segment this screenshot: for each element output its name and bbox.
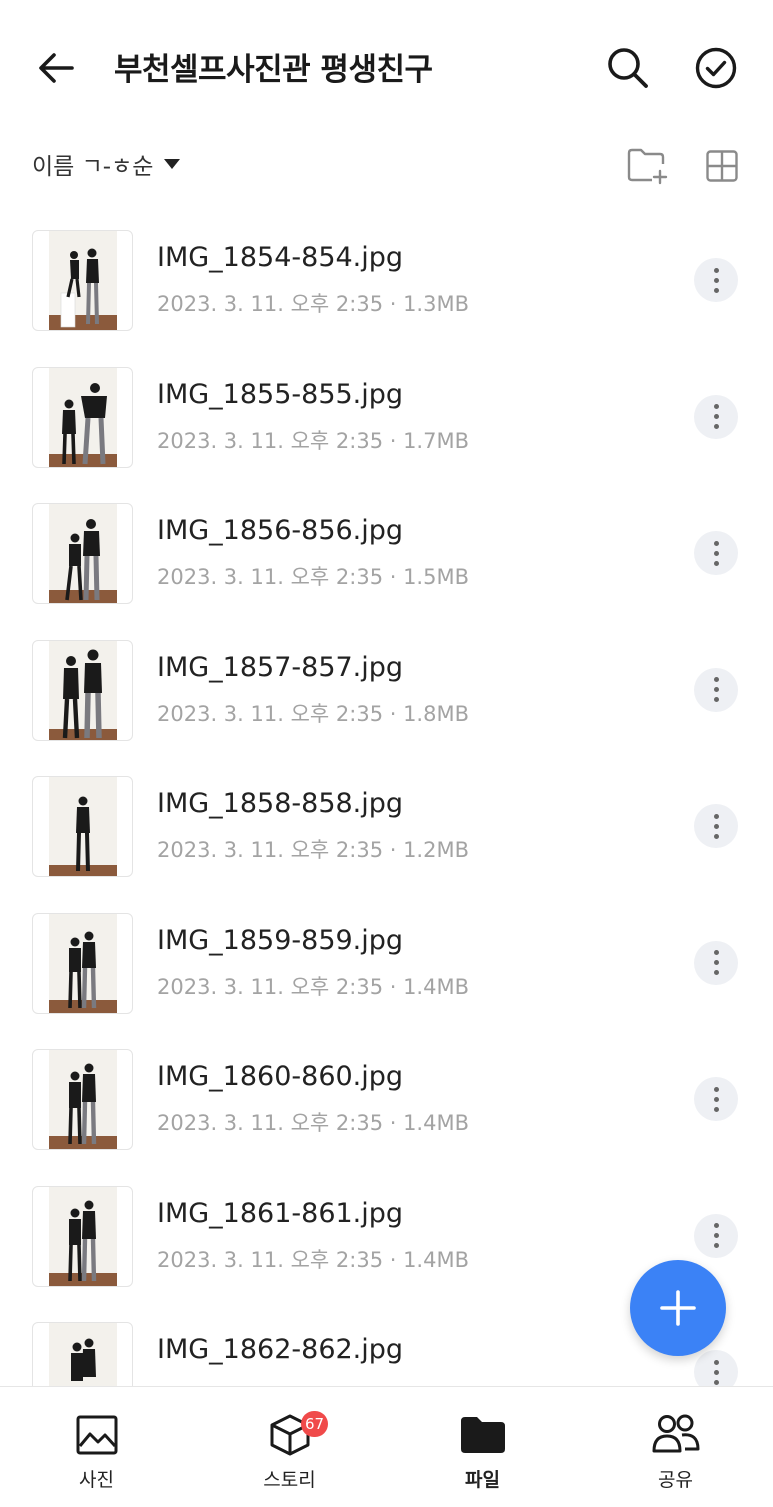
- file-name: IMG_1856-856.jpg: [157, 515, 404, 546]
- file-name: IMG_1861-861.jpg: [157, 1197, 404, 1229]
- file-meta: 2023. 3. 11. 오후 2:35 · 1.4MB: [157, 1111, 469, 1135]
- folder-icon: [459, 1411, 507, 1459]
- page-title: 부천셀프사진관 평생친구: [114, 52, 433, 88]
- more-options-button[interactable]: [694, 531, 738, 575]
- file-meta: 2023. 3. 11. 오후 2:35 · 1.7MB: [157, 428, 469, 453]
- bottom-navigation: 사진 67 스토리 파일 공유: [0, 1386, 773, 1507]
- file-list-item[interactable]: IMG_1855-855.jpg 2023. 3. 11. 오후 2:35 · …: [0, 351, 773, 488]
- search-icon: [608, 48, 648, 88]
- file-name: IMG_1855-855.jpg: [157, 378, 404, 410]
- check-circle-icon: [695, 47, 737, 89]
- more-vertical-icon: [713, 1359, 719, 1385]
- more-vertical-icon: [713, 267, 719, 293]
- nav-tab-photos[interactable]: 사진: [0, 1387, 193, 1507]
- sort-toolbar: 이름 ㄱ-ㅎ순: [0, 132, 773, 196]
- file-thumbnail: [32, 1322, 133, 1386]
- nav-label-share: 공유: [658, 1469, 693, 1491]
- file-name: IMG_1858-858.jpg: [157, 788, 404, 819]
- grid-view-icon: [706, 150, 738, 182]
- sort-label: 이름 ㄱ-ㅎ순: [32, 154, 154, 180]
- people-icon: [652, 1411, 700, 1459]
- more-vertical-icon: [713, 1086, 719, 1112]
- nav-label-photos: 사진: [79, 1469, 114, 1491]
- search-button[interactable]: [600, 40, 656, 96]
- more-vertical-icon: [713, 540, 719, 566]
- more-options-button[interactable]: [694, 940, 738, 985]
- file-name: IMG_1859-859.jpg: [157, 924, 404, 956]
- file-thumbnail: [32, 1049, 133, 1150]
- add-button[interactable]: [630, 1260, 726, 1356]
- sort-dropdown[interactable]: 이름 ㄱ-ㅎ순: [32, 146, 181, 182]
- file-list-item[interactable]: IMG_1857-857.jpg 2023. 3. 11. 오후 2:35 · …: [0, 624, 773, 761]
- file-meta: 2023. 3. 11. 오후 2:35 · 1.8MB: [157, 701, 469, 726]
- more-vertical-icon: [713, 677, 719, 702]
- file-thumbnail: [32, 776, 133, 877]
- more-options-button[interactable]: [694, 1077, 738, 1121]
- file-list-item[interactable]: IMG_1858-858.jpg 2023. 3. 11. 오후 2:35 · …: [0, 760, 773, 897]
- file-meta: 2023. 3. 11. 오후 2:35 · 1.5MB: [157, 565, 469, 589]
- file-meta: 2023. 3. 11. 오후 2:35 · 1.3MB: [157, 292, 469, 316]
- select-mode-button[interactable]: [688, 40, 744, 96]
- top-app-bar: 부천셀프사진관 평생친구: [0, 0, 773, 132]
- file-thumbnail: [32, 639, 133, 741]
- more-options-button[interactable]: [694, 804, 738, 848]
- more-vertical-icon: [713, 813, 719, 839]
- back-button[interactable]: [28, 40, 84, 96]
- more-options-button[interactable]: [694, 258, 738, 302]
- arrow-left-icon: [39, 53, 74, 83]
- file-name: IMG_1860-860.jpg: [157, 1061, 404, 1092]
- file-name: IMG_1857-857.jpg: [157, 651, 404, 683]
- file-thumbnail: [32, 503, 133, 604]
- file-name: IMG_1862-862.jpg: [157, 1334, 404, 1365]
- folder-add-icon: [627, 148, 668, 185]
- plus-icon: [660, 1290, 696, 1326]
- more-options-button[interactable]: [694, 1213, 738, 1258]
- more-vertical-icon: [713, 950, 719, 975]
- file-thumbnail: [32, 1185, 133, 1287]
- nav-tab-stories[interactable]: 67 스토리: [193, 1387, 386, 1507]
- file-list-item[interactable]: IMG_1856-856.jpg 2023. 3. 11. 오후 2:35 · …: [0, 487, 773, 624]
- file-name: IMG_1854-854.jpg: [157, 242, 404, 273]
- stories-count-badge: 67: [301, 1411, 329, 1437]
- grid-view-button[interactable]: [700, 144, 744, 188]
- file-thumbnail: [32, 230, 133, 331]
- more-vertical-icon: [713, 1223, 719, 1248]
- file-meta: 2023. 3. 11. 오후 2:35 · 1.4MB: [157, 974, 469, 999]
- file-meta: 2023. 3. 11. 오후 2:35 · 1.2MB: [157, 838, 469, 862]
- new-folder-button[interactable]: [624, 144, 672, 188]
- more-options-button[interactable]: [694, 667, 738, 712]
- file-list-item[interactable]: IMG_1860-860.jpg 2023. 3. 11. 오후 2:35 · …: [0, 1033, 773, 1170]
- nav-tab-share[interactable]: 공유: [579, 1387, 772, 1507]
- file-meta: 2023. 3. 11. 오후 2:35 · 1.4MB: [157, 1247, 469, 1272]
- more-options-button[interactable]: [694, 1350, 738, 1386]
- file-list-item[interactable]: IMG_1859-859.jpg 2023. 3. 11. 오후 2:35 · …: [0, 897, 773, 1034]
- file-list: IMG_1854-854.jpg 2023. 3. 11. 오후 2:35 · …: [0, 214, 773, 1386]
- nav-tab-files[interactable]: 파일: [386, 1387, 579, 1507]
- caret-down-icon: [164, 159, 181, 169]
- image-icon: [73, 1411, 121, 1459]
- more-vertical-icon: [713, 404, 719, 429]
- file-list-item[interactable]: IMG_1854-854.jpg 2023. 3. 11. 오후 2:35 · …: [0, 214, 773, 351]
- nav-label-stories: 스토리: [263, 1469, 316, 1491]
- more-options-button[interactable]: [694, 394, 738, 439]
- nav-label-files: 파일: [465, 1469, 500, 1491]
- file-thumbnail: [32, 912, 133, 1014]
- file-thumbnail: [32, 366, 133, 468]
